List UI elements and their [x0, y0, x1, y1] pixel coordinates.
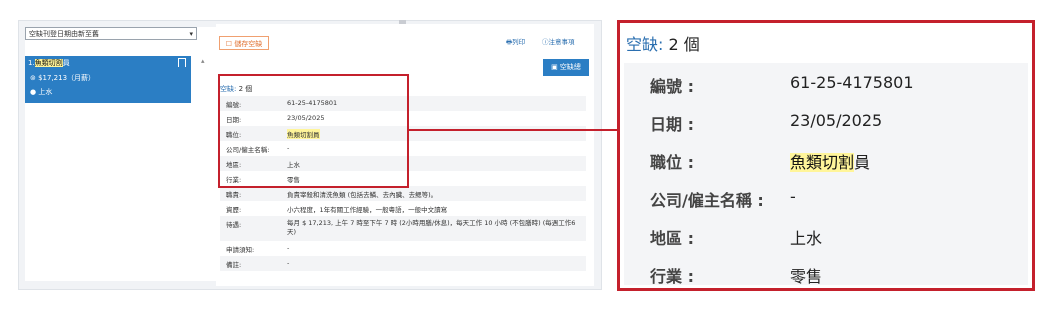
zoom-job-suffix: 員 [854, 153, 871, 172]
zoom-vacancy-value: 2 個 [668, 35, 700, 54]
zoom-row-value: 61-25-4175801 [790, 73, 914, 92]
chevron-down-icon: ▾ [189, 30, 193, 38]
apply-label: 空缺總 [559, 63, 581, 71]
detail-row: 備註: - [220, 256, 586, 271]
zoom-row-value: 23/05/2025 [790, 111, 883, 130]
sort-select-value: 空缺刊登日期由新至舊 [29, 30, 99, 38]
zoom-row: 地區 : 上水 [624, 217, 1028, 253]
highlight-frame [218, 74, 409, 188]
scroll-up-icon[interactable]: ▴ [201, 57, 209, 65]
row-key: 備註: [226, 261, 242, 269]
zoom-row-key: 行業 : [650, 267, 694, 286]
zoom-row: 職位 : 魚類切割員 [624, 141, 1028, 177]
zoom-row: 行業 : 零售 [624, 255, 1028, 291]
job-salary: ⊚ $17,213（月薪） [30, 74, 96, 82]
detail-row: 申請須知: - [220, 241, 586, 256]
job-index: 1. [28, 59, 35, 67]
row-value: - [287, 259, 290, 267]
job-title-suffix: 員 [62, 59, 70, 67]
bookmark-outline-icon: ☐ [225, 40, 233, 48]
callout-connector [409, 129, 619, 131]
zoom-row-key: 地區 : [650, 229, 694, 248]
row-value: 負責宰殺和清洗魚類 (包括去鱗、去內臟、去鰓等)。 [287, 191, 438, 199]
zoom-table: 編號 : 61-25-4175801 日期 : 23/05/2025 職位 : 魚類切… [624, 63, 1028, 286]
zoom-row-value: 零售 [790, 267, 823, 286]
bookmark-icon[interactable] [178, 58, 186, 67]
job-card-title: 1.魚類切割員 [28, 58, 70, 68]
zoom-callout: 空缺: 2 個 編號 : 61-25-4175801 日期 : 23/05/2025… [617, 20, 1035, 291]
row-value: - [287, 244, 290, 252]
screenshot-edge-marker [399, 20, 406, 24]
detail-row: 資歷: 小六程度，1年有關工作經驗，一般粵語，一般中文讀寫 [220, 201, 586, 216]
row-value: 小六程度，1年有關工作經驗，一般粵語，一般中文讀寫 [287, 206, 448, 214]
notes-label: 注意事項 [548, 38, 575, 46]
save-vacancy-label: 儲存空缺 [234, 40, 263, 48]
sort-select[interactable]: 空缺刊登日期由新至舊 ▾ [25, 27, 197, 40]
apply-button[interactable]: ▣ 空缺總 [543, 59, 589, 76]
row-key: 資歷: [226, 206, 242, 214]
job-title-highlight: 魚類切割 [34, 59, 63, 67]
zoom-row-key: 日期 : [650, 115, 694, 134]
zoom-vacancy-label: 空缺: [626, 35, 664, 54]
zoom-row-key: 公司/僱主名稱 : [650, 191, 764, 210]
job-location: ● 上水 [30, 88, 53, 96]
detail-row: 職責: 負責宰殺和清洗魚類 (包括去鱗、去內臟、去鰓等)。 [220, 186, 586, 201]
detail-row: 待遇: 每月 $ 17,213, 上午 7 時至下午 7 時 (2小時用膳/休息)… [220, 216, 586, 241]
zoom-vacancy-count: 空缺: 2 個 [626, 31, 700, 55]
print-button[interactable]: 🖶列印 [506, 36, 525, 49]
print-label: 列印 [512, 38, 526, 46]
zoom-row-key: 職位 : [650, 153, 694, 172]
zoom-job-highlight: 魚類切割 [790, 153, 855, 172]
zoom-row: 公司/僱主名稱 : - [624, 179, 1028, 215]
job-card[interactable]: 1.魚類切割員 ⊚ $17,213（月薪） ● 上水 [25, 56, 191, 103]
zoom-row-key: 編號 : [650, 77, 694, 96]
save-vacancy-button[interactable]: ☐ 儲存空缺 [219, 36, 269, 50]
row-key: 職責: [226, 191, 242, 199]
zoom-row: 日期 : 23/05/2025 [624, 103, 1028, 139]
row-value: 每月 $ 17,213, 上午 7 時至下午 7 時 (2小時用膳/休息)，每天… [287, 219, 576, 236]
row-key: 待遇: [226, 221, 242, 229]
row-key: 申請須知: [226, 246, 255, 254]
card-icon: ▣ [551, 63, 558, 71]
job-location-text: 上水 [38, 88, 53, 96]
results-list: 空缺刊登日期由新至舊 ▾ 1.魚類切割員 ⊚ $17,213（月薪） ● 上水 … [25, 27, 220, 281]
notes-button[interactable]: ⓘ注意事項 [542, 36, 575, 46]
job-salary-text: $17,213（月薪） [38, 74, 96, 82]
zoom-row-value: - [790, 187, 796, 206]
zoom-row-value: 上水 [790, 229, 823, 248]
zoom-row-value: 魚類切割員 [790, 149, 870, 173]
zoom-row: 編號 : 61-25-4175801 [624, 65, 1028, 101]
